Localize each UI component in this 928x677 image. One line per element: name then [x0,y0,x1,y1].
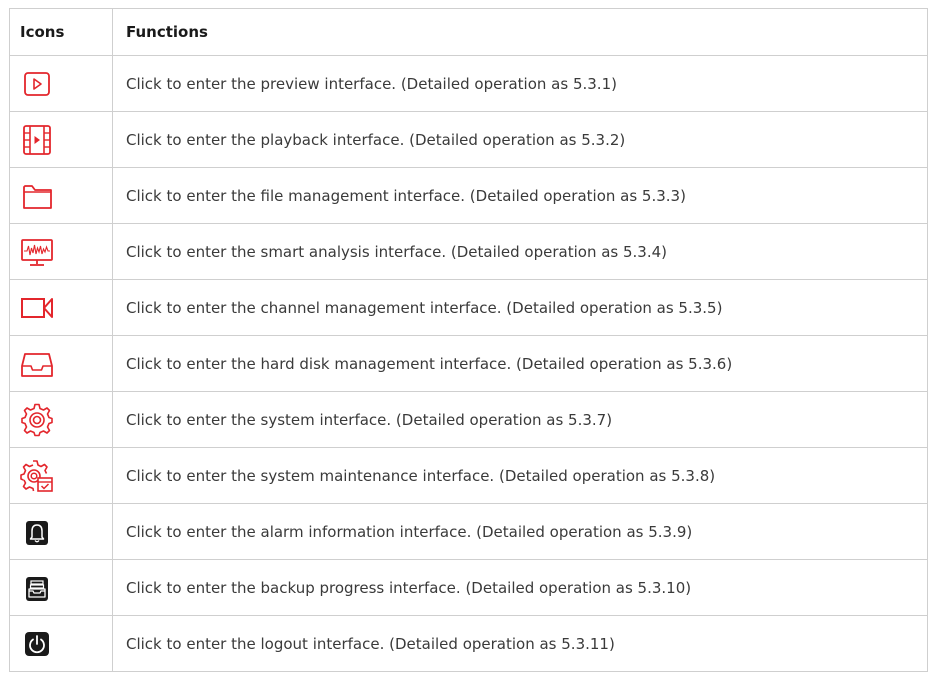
function-text: Click to enter the channel management in… [112,279,928,336]
table-row: Click to enter the hard disk management … [9,335,928,392]
function-text: Click to enter the alarm information int… [112,503,928,560]
table-row: Click to enter the file management inter… [9,167,928,224]
table-row: Click to enter the preview interface. (D… [9,55,928,112]
function-text: Click to enter the logout interface. (De… [112,615,928,672]
table-row: Click to enter the backup progress inter… [9,559,928,616]
gear-icon [19,402,55,438]
table-row: Click to enter the system interface. (De… [9,391,928,448]
table-row: Click to enter the smart analysis interf… [9,223,928,280]
table-row: Click to enter the playback interface. (… [9,111,928,168]
table-header-row: Icons Functions [9,8,928,56]
hard-disk-tray-icon [19,346,55,382]
function-text: Click to enter the playback interface. (… [112,111,928,168]
preview-play-icon [19,66,55,102]
function-text: Click to enter the backup progress inter… [112,559,928,616]
header-functions: Functions [112,8,928,56]
header-icons: Icons [9,8,113,56]
table-row: Click to enter the alarm information int… [9,503,928,560]
gear-maintenance-icon [19,458,55,494]
backup-tray-icon [19,570,55,606]
folder-icon [19,178,55,214]
table-row: Click to enter the system maintenance in… [9,447,928,504]
function-text: Click to enter the file management inter… [112,167,928,224]
function-text: Click to enter the hard disk management … [112,335,928,392]
alarm-bell-icon [19,514,55,550]
function-text: Click to enter the preview interface. (D… [112,55,928,112]
table-row: Click to enter the logout interface. (De… [9,615,928,672]
function-text: Click to enter the system interface. (De… [112,391,928,448]
function-text: Click to enter the smart analysis interf… [112,223,928,280]
power-icon [19,626,55,662]
monitor-waveform-icon [19,234,55,270]
table-row: Click to enter the channel management in… [9,279,928,336]
video-camera-icon [19,290,55,326]
playback-film-icon [19,122,55,158]
function-text: Click to enter the system maintenance in… [112,447,928,504]
icon-function-table: Icons Functions Click to enter the previ… [9,8,928,672]
